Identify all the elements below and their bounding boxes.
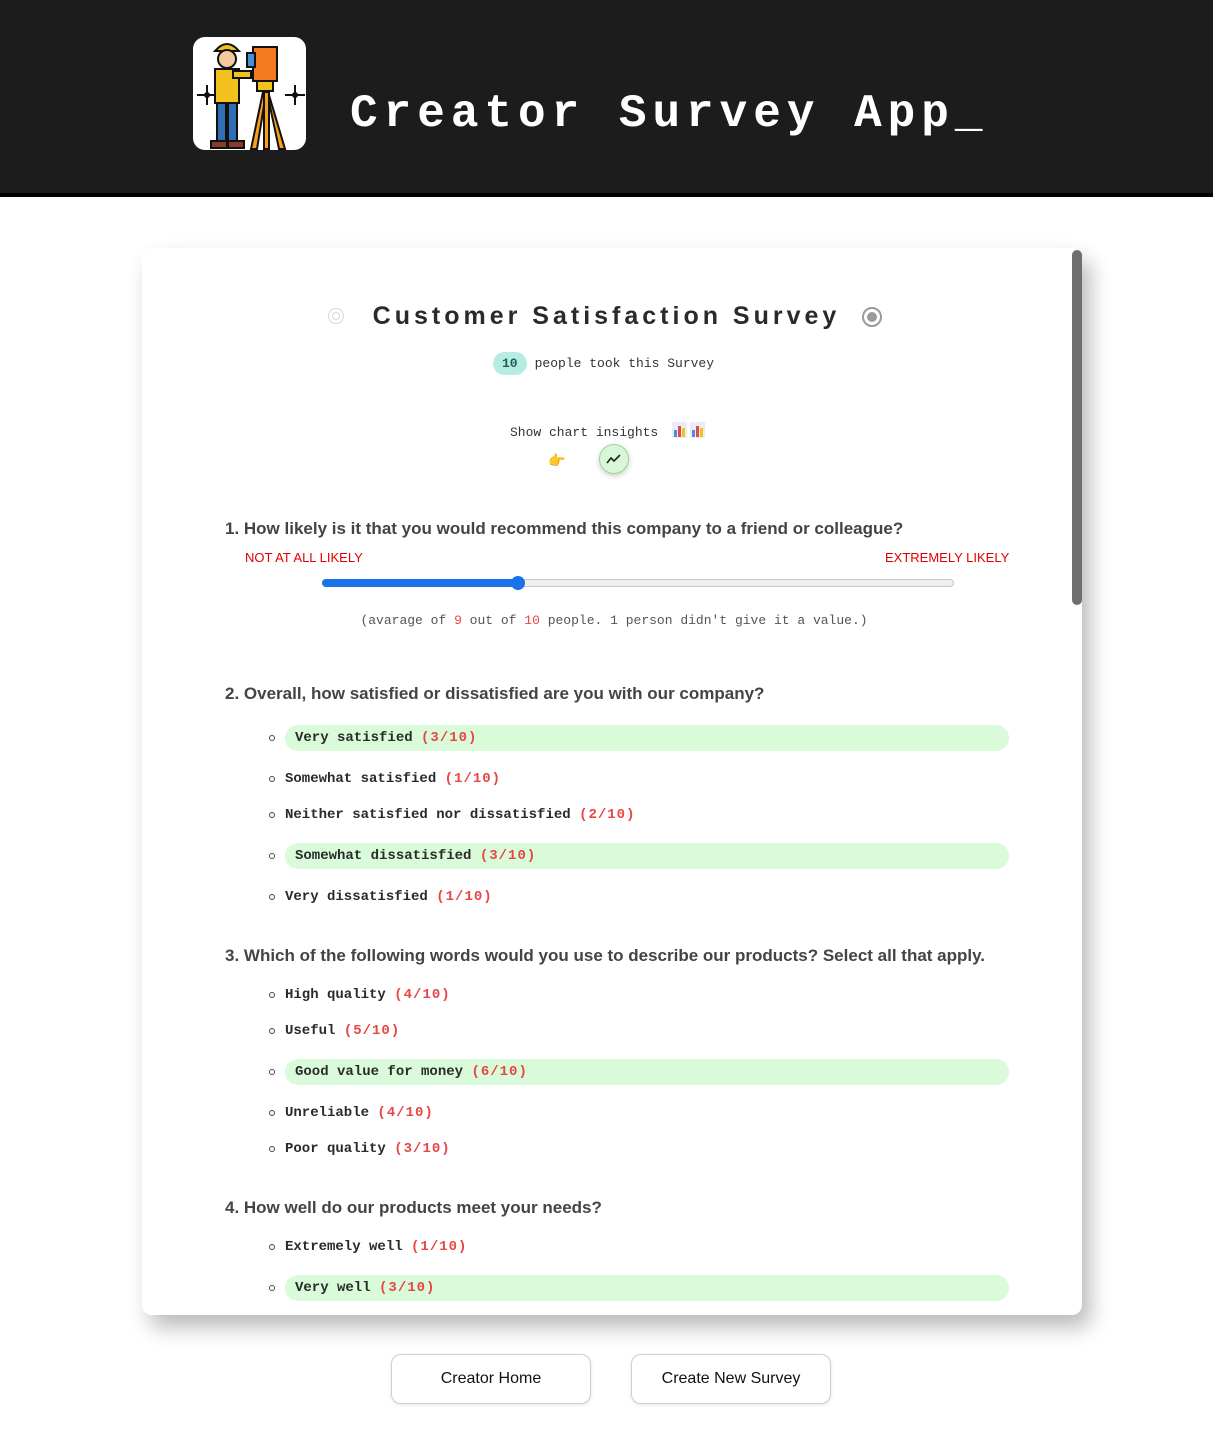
chart-insights-label: Show chart insights (510, 422, 706, 442)
q3-option-high-quality: High quality (4/10) (285, 987, 451, 1003)
q2-option-very-satisfied: Very satisfied (3/10) (285, 725, 1009, 751)
next-survey-radio[interactable] (862, 307, 882, 327)
bar-chart-icon (672, 422, 706, 442)
q2-option-very-dissatisfied: Very dissatisfied (1/10) (285, 889, 493, 905)
avg-prefix: (avarage of (360, 613, 455, 628)
scale-high-label: EXTREMELY LIKELY (885, 550, 1010, 565)
insights-label-text: Show chart insights (510, 425, 659, 440)
list-bullet (269, 894, 275, 900)
q4-option-extremely-well: Extremely well (1/10) (285, 1239, 468, 1255)
q3-option-poor-quality: Poor quality (3/10) (285, 1141, 451, 1157)
respondents-label: people took this Survey (534, 356, 715, 371)
list-bullet (269, 1110, 275, 1116)
avg-count: 9 (454, 613, 462, 628)
question-3-title: 3. Which of the following words would yo… (225, 946, 986, 965)
q3-option-useful: Useful (5/10) (285, 1023, 401, 1039)
app-title: Creator Survey App_ (350, 88, 989, 140)
q3-option-good-value: Good value for money (6/10) (285, 1059, 1009, 1085)
list-bullet (269, 1028, 275, 1034)
question-2-title: 2. Overall, how satisfied or dissatisfie… (225, 684, 765, 703)
question-1-title: 1. How likely is it that you would recom… (225, 519, 904, 538)
average-summary: (avarage of 9 out of 10 people. 1 person… (0, 613, 1213, 628)
survey-title-row: Customer Satisfaction Survey (0, 302, 1213, 331)
q4-option-very-well: Very well (3/10) (285, 1275, 1009, 1301)
q2-option-somewhat-satisfied: Somewhat satisfied (1/10) (285, 771, 502, 787)
create-new-survey-button[interactable]: Create New Survey (631, 1354, 831, 1404)
respondents-row: 10 people took this Survey (493, 352, 714, 375)
avg-total: 10 (524, 613, 540, 628)
respondents-badge: 10 (493, 352, 527, 375)
list-bullet (269, 992, 275, 998)
q3-option-unreliable: Unreliable (4/10) (285, 1105, 434, 1121)
list-bullet (269, 776, 275, 782)
list-bullet (269, 735, 275, 741)
creator-home-button[interactable]: Creator Home (391, 1354, 591, 1404)
list-bullet (269, 1146, 275, 1152)
recommend-slider-thumb[interactable] (510, 576, 525, 590)
chart-insights-toggle[interactable] (599, 444, 629, 474)
survey-title: Customer Satisfaction Survey (372, 302, 841, 330)
survey-card (142, 248, 1082, 1315)
q2-option-neither: Neither satisfied nor dissatisfied (2/10… (285, 807, 636, 823)
list-bullet (269, 1244, 275, 1250)
avg-suffix: people. 1 person didn't give it a value.… (539, 613, 868, 628)
avg-mid: out of (461, 613, 525, 628)
list-bullet (269, 1069, 275, 1075)
list-bullet (269, 812, 275, 818)
trend-line-icon (606, 454, 621, 464)
recommend-slider-fill (322, 579, 518, 587)
question-4-title: 4. How well do our products meet your ne… (225, 1198, 602, 1217)
pointing-hand-icon: 👉 (548, 452, 566, 468)
surveyor-worker-icon[interactable] (193, 37, 306, 150)
list-bullet (269, 853, 275, 859)
list-bullet (269, 1285, 275, 1291)
scale-low-label: NOT AT ALL LIKELY (245, 550, 363, 565)
app-header: Creator Survey App_ (0, 0, 1213, 197)
q2-option-somewhat-dissatisfied: Somewhat dissatisfied (3/10) (285, 843, 1009, 869)
